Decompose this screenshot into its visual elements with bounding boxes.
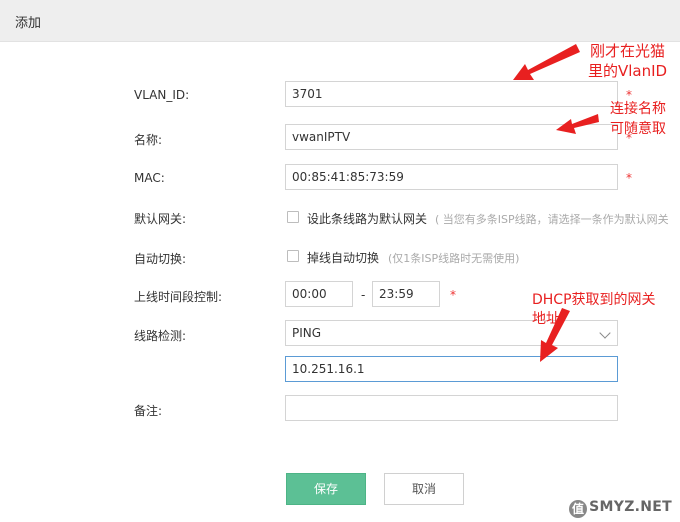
dialog-header: 添加: [0, 0, 680, 42]
mac-input[interactable]: [285, 164, 618, 190]
time-separator: -: [361, 288, 366, 302]
dhcp-note-line2: 地址: [532, 311, 560, 327]
line-detect-selected: PING: [292, 326, 322, 340]
default-gateway-label: 默认网关:: [134, 212, 187, 226]
dialog-title: 添加: [15, 16, 42, 31]
line-detect-select[interactable]: PING: [285, 320, 618, 346]
name-label: 名称:: [134, 133, 163, 147]
watermark-logo: 值: [569, 500, 588, 518]
save-button[interactable]: 保存: [286, 473, 366, 505]
default-gateway-checkbox[interactable]: [287, 211, 299, 223]
line-detect-label: 线路检测:: [134, 329, 187, 343]
name-note-line1: 连接名称: [610, 101, 666, 117]
watermark: 值 SMYZ.NET: [569, 499, 672, 518]
detect-address-input[interactable]: [285, 356, 618, 382]
cancel-button[interactable]: 取消: [384, 473, 464, 505]
remark-input[interactable]: [285, 395, 618, 421]
online-time-label: 上线时间段控制:: [134, 290, 223, 304]
auto-switch-checkbox[interactable]: [287, 250, 299, 262]
required-mark: *: [626, 171, 632, 185]
watermark-text: SMYZ.NET: [589, 499, 672, 515]
end-time-input[interactable]: [372, 281, 440, 307]
auto-switch-label: 自动切换:: [134, 252, 187, 266]
vlan-id-input[interactable]: [285, 81, 618, 107]
default-gateway-hint: ( 当您有多条ISP线路，请选择一条作为默认网关: [435, 213, 669, 226]
default-gateway-checkbox-label: 设此条线路为默认网关: [307, 212, 428, 226]
vlan-id-label: VLAN_ID:: [134, 88, 190, 102]
name-note-line2: 可随意取: [610, 121, 666, 137]
dhcp-note-line1: DHCP获取到的网关: [532, 292, 656, 308]
mac-label: MAC:: [134, 171, 165, 185]
auto-switch-hint: (仅1条ISP线路时无需使用): [388, 252, 520, 265]
chevron-down-icon: [599, 327, 611, 339]
vlan-note-line2: 里的VlanID: [588, 62, 668, 80]
auto-switch-checkbox-label: 掉线自动切换: [307, 251, 380, 265]
vlan-note-line1: 刚才在光猫: [590, 42, 666, 60]
required-mark: *: [450, 288, 456, 302]
start-time-input[interactable]: [285, 281, 353, 307]
vlan-arrow-icon: [513, 44, 580, 80]
remark-label: 备注:: [134, 404, 163, 418]
name-input[interactable]: [285, 124, 618, 150]
